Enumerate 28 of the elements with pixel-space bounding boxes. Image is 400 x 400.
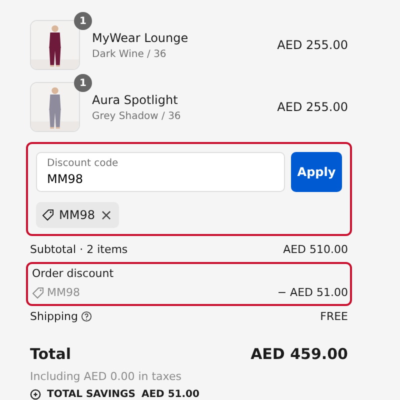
order-discount-label: Order discount xyxy=(32,266,115,282)
product-name: Aura Spotlight xyxy=(92,92,179,108)
quantity-badge: 1 xyxy=(74,12,92,30)
field-label: Discount code xyxy=(47,158,118,170)
shipping-value: FREE xyxy=(320,308,348,324)
quantity-badge: 1 xyxy=(74,74,92,92)
discount-code: MM98 xyxy=(47,285,80,301)
total-value: AED 459.00 xyxy=(250,344,348,365)
product-variant: Grey Shadow / 36 xyxy=(92,110,182,124)
savings-value: AED 51.00 xyxy=(141,388,200,400)
tag-icon xyxy=(42,209,54,221)
apply-button[interactable]: Apply xyxy=(291,152,342,192)
shipping-label: Shipping xyxy=(30,308,78,324)
discount-code: MM98 xyxy=(59,207,95,224)
taxes-note: Including AED 0.00 in taxes xyxy=(30,368,182,384)
product-price: AED 255.00 xyxy=(277,99,348,116)
tag-icon xyxy=(32,287,44,300)
subtotal-label: Subtotal · 2 items xyxy=(30,242,128,258)
total-label: Total xyxy=(30,344,71,365)
product-name: MyWear Lounge xyxy=(92,30,190,46)
product-price: AED 255.00 xyxy=(277,37,348,54)
remove-button[interactable]: × xyxy=(100,208,113,222)
discount-amount: − AED 51.00 xyxy=(277,285,348,301)
savings-icon xyxy=(30,389,41,400)
product-variant: Dark Wine / 36 xyxy=(92,48,168,62)
help-icon[interactable] xyxy=(81,311,92,322)
subtotal-value: AED 510.00 xyxy=(283,242,348,258)
savings-label: TOTAL SAVINGS xyxy=(47,388,136,400)
